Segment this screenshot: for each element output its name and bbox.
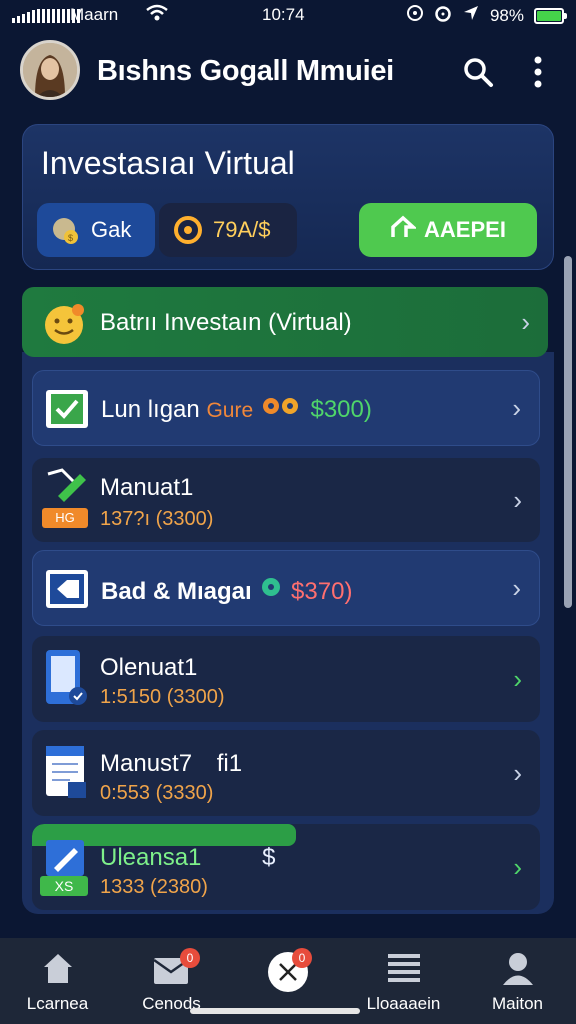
notification-badge: 0	[292, 948, 312, 968]
list-item[interactable]: Lun lıgan Gure $300) ›	[32, 370, 540, 446]
virtual-investment-banner[interactable]: Batrıı Investaın (Virtual) ›	[22, 287, 548, 357]
item-amount: $300)	[310, 396, 372, 423]
arrow-up-icon	[390, 215, 418, 245]
item-title: Manust7	[100, 750, 193, 777]
document-icon	[44, 744, 90, 805]
search-icon[interactable]	[462, 56, 494, 93]
navigation-icon	[462, 4, 480, 27]
list-item[interactable]: HG Manuat1 137?ı (3300) ›	[32, 458, 540, 542]
chevron-right-icon: ›	[512, 393, 521, 423]
home-icon	[40, 950, 76, 991]
clock: 10:74	[262, 5, 305, 24]
wifi-icon	[146, 4, 168, 27]
svg-text:$: $	[68, 233, 73, 243]
item-title: Olenuat1	[100, 654, 198, 681]
app-header: Bıshns Gogall Mmuiei	[0, 36, 576, 108]
item-amount: $370)	[291, 578, 353, 605]
phone-icon	[44, 648, 88, 713]
nav-profile[interactable]: Maiton	[460, 938, 575, 1024]
carrier-name: Maarn	[70, 5, 119, 24]
nav-label: Maiton	[491, 994, 544, 1013]
apply-button-label: AAEPEI	[424, 217, 506, 242]
gear-badge-icon	[260, 396, 311, 423]
home-indicator[interactable]	[190, 1008, 360, 1014]
list-item[interactable]: Olenuat1 1:5150 (3300) ›	[32, 636, 540, 722]
chevron-right-icon: ›	[513, 664, 522, 694]
coin-icon	[171, 213, 205, 247]
banner-label: Batrıı Investaın (Virtual)	[100, 309, 352, 336]
card-title: Investasıaı Virtual	[41, 145, 295, 181]
scrollbar[interactable]	[564, 256, 572, 608]
nav-list[interactable]: Lloaaaein	[346, 938, 461, 1024]
list-item[interactable]: XS Uleansa1 $ 1333 (2380) ›	[32, 824, 540, 910]
virtual-investment-card: Investasıaı Virtual $ Gak 79A/$ AAEPEI	[22, 124, 554, 270]
avatar[interactable]	[20, 40, 80, 100]
item-title: Manuat1	[100, 474, 194, 501]
item-badge: HG	[42, 508, 88, 528]
rate-chip-label: 79A/$	[213, 217, 271, 242]
item-tag: Gure	[206, 399, 254, 422]
gear-icon	[258, 578, 291, 605]
rate-chip[interactable]: 79A/$	[159, 203, 297, 257]
item-extra: $	[262, 844, 276, 871]
item-extra: fi1	[216, 750, 243, 777]
alarm-icon	[434, 4, 452, 27]
chevron-right-icon: ›	[513, 758, 522, 788]
apply-button[interactable]: AAEPEI	[359, 203, 537, 257]
more-options-icon[interactable]	[528, 54, 548, 95]
chevron-right-icon: ›	[513, 852, 522, 882]
list-icon	[387, 950, 421, 991]
item-subtitle: 0:553 (3330)	[100, 782, 214, 804]
nav-home[interactable]: Lcarnea	[0, 938, 115, 1024]
chevron-right-icon: ›	[513, 485, 522, 515]
list-item[interactable]: Manust7 fi1 0:553 (3330) ›	[32, 730, 540, 816]
chevron-right-icon: ›	[521, 307, 530, 337]
page-title: Bıshns Gogall Mmuiei	[97, 55, 394, 87]
smile-coin-icon	[42, 301, 88, 352]
list-item[interactable]: Bad & Mıagaı $370) ›	[32, 550, 540, 626]
item-title: Bad & Mıagaı	[101, 578, 252, 605]
chevron-right-icon: ›	[512, 573, 521, 603]
status-bar: Maarn 10:74 98%	[0, 0, 576, 30]
location-icon	[406, 4, 424, 27]
nav-label: Lcarnea	[26, 994, 89, 1013]
battery-icon	[534, 7, 567, 24]
item-subtitle: 1:5150 (3300)	[100, 686, 225, 708]
item-title: Lun lıgan	[101, 396, 200, 423]
battery-percent: 98%	[489, 5, 524, 25]
pencil-icon	[44, 468, 90, 509]
nav-label: Lloaaaein	[366, 994, 441, 1013]
notification-badge: 0	[180, 948, 200, 968]
wallet-icon: $	[49, 213, 83, 247]
balance-chip-label: Gak	[91, 217, 132, 242]
item-subtitle: 1333 (2380)	[100, 876, 208, 898]
item-title: Uleansa1	[100, 844, 202, 871]
item-badge: XS	[40, 876, 88, 896]
user-icon	[500, 950, 536, 991]
checkbox-icon	[45, 389, 89, 434]
balance-chip[interactable]: $ Gak	[37, 203, 155, 257]
item-subtitle: 137?ı (3300)	[100, 508, 214, 530]
tag-icon	[45, 569, 89, 614]
